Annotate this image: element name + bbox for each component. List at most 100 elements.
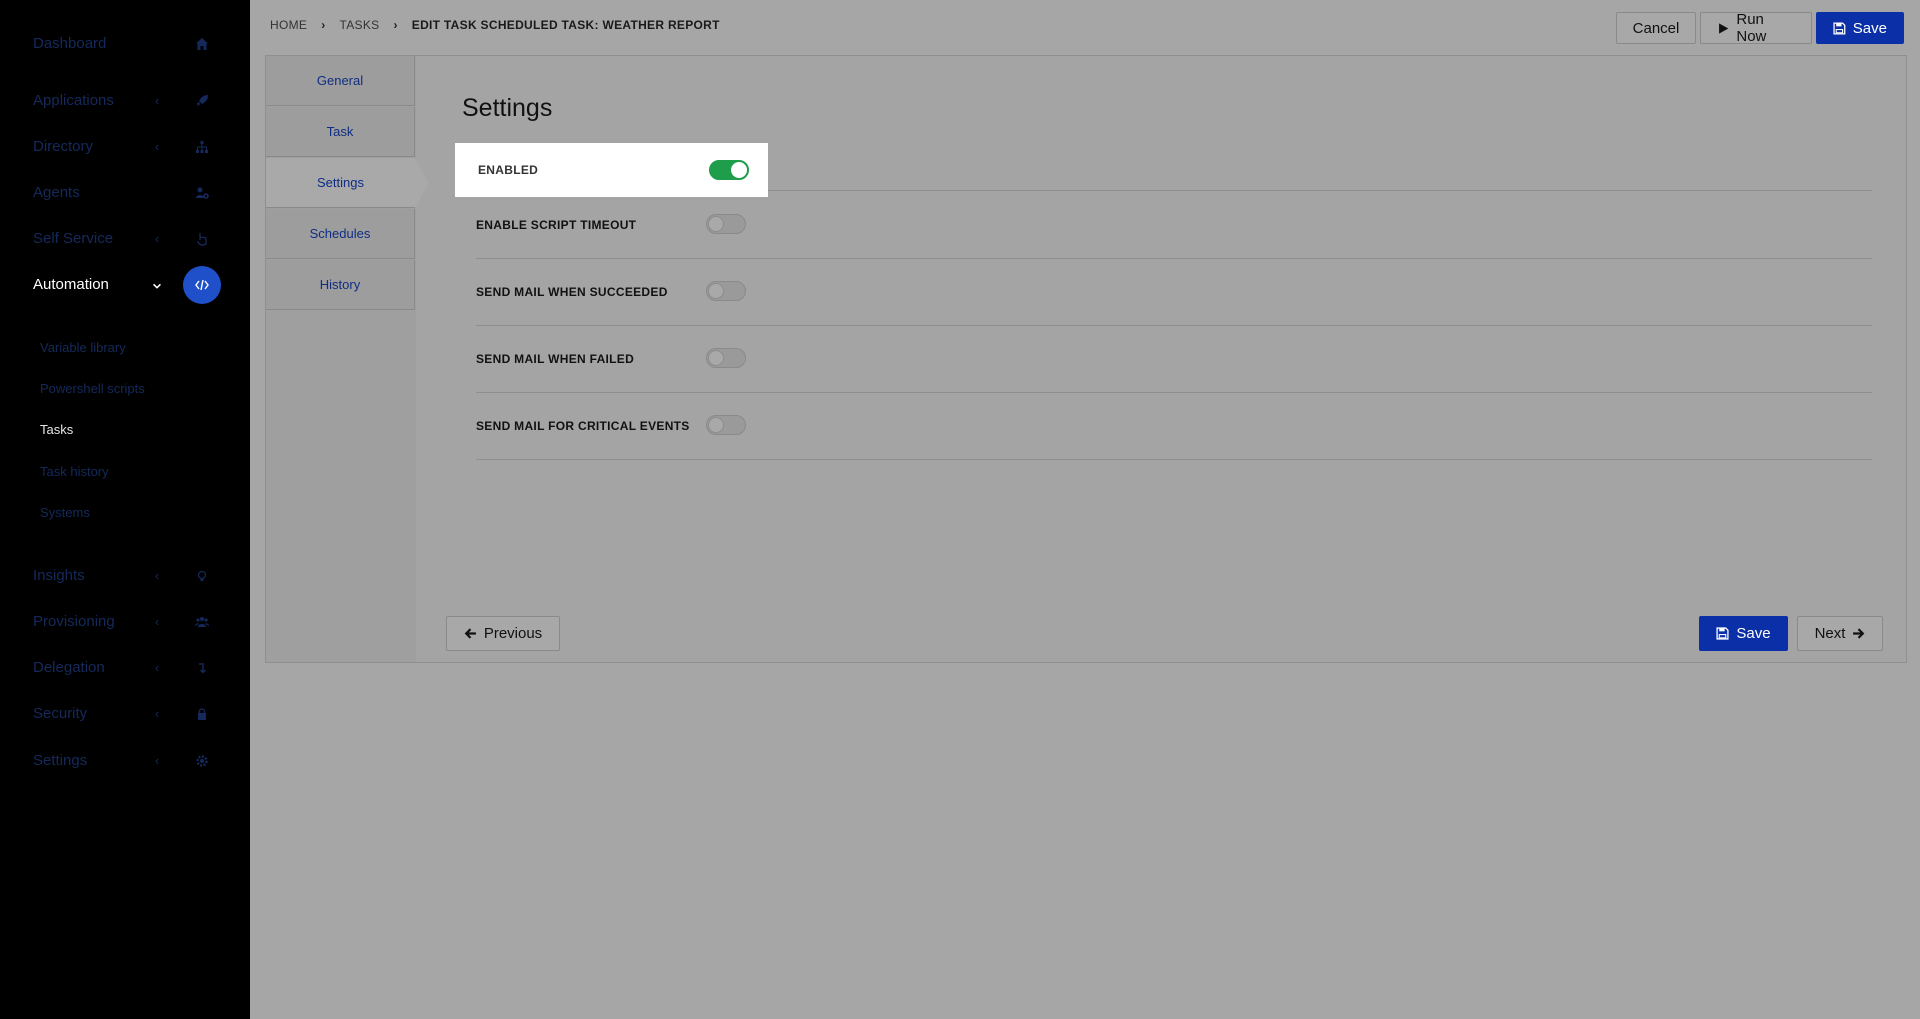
sidebar-item-label: Automation	[33, 276, 109, 293]
setting-row-send-mail-succeeded: SEND MAIL WHEN SUCCEEDED	[476, 259, 1872, 326]
sidebar-item-label: Security	[33, 705, 88, 722]
sidebar-item-label: Agents	[33, 184, 80, 201]
hand-pointer-icon	[183, 220, 221, 258]
tab-label: History	[319, 277, 361, 292]
send-mail-failed-toggle[interactable]	[706, 348, 746, 368]
gear-icon	[183, 742, 221, 780]
save-icon	[1716, 627, 1729, 640]
home-icon	[183, 25, 221, 63]
send-mail-critical-toggle[interactable]	[706, 415, 746, 435]
previous-button-label: Previous	[483, 625, 543, 642]
sidebar-item-automation[interactable]: Automation	[0, 262, 250, 308]
toggle-knob	[708, 283, 724, 299]
lock-icon	[183, 695, 221, 733]
sidebar-item-label: Self Service	[33, 230, 114, 247]
sidebar-item-applications[interactable]: Applications ‹	[0, 78, 250, 124]
tab-settings[interactable]: Settings	[266, 158, 429, 208]
enabled-toggle[interactable]	[709, 160, 749, 180]
sidebar-item-label: Insights	[33, 567, 85, 584]
run-now-button-label: Run Now	[1736, 11, 1767, 45]
sidebar-item-label: Applications	[33, 92, 114, 109]
chevron-left-icon: ‹	[154, 753, 160, 768]
sidebar-subitem-variable-library[interactable]: Variable library	[40, 338, 126, 358]
toggle-knob	[708, 350, 724, 366]
sidebar-subitem-systems[interactable]: Systems	[40, 503, 90, 523]
setting-label: SEND MAIL FOR CRITICAL EVENTS	[476, 419, 690, 433]
sidebar-item-dashboard[interactable]: Dashboard	[0, 21, 250, 67]
setting-row-enable-script-timeout: ENABLE SCRIPT TIMEOUT	[476, 192, 1872, 259]
level-down-icon	[183, 649, 221, 687]
tab-general[interactable]: General	[266, 56, 415, 106]
breadcrumb: HOME › TASKS › EDIT TASK SCHEDULED TASK:…	[270, 18, 720, 32]
chevron-left-icon: ‹	[154, 231, 160, 246]
sidebar-item-settings[interactable]: Settings ‹	[0, 738, 250, 784]
code-icon	[183, 266, 221, 304]
sidebar-item-agents[interactable]: Agents	[0, 170, 250, 216]
sidebar-item-delegation[interactable]: Delegation ‹	[0, 645, 250, 691]
chevron-left-icon: ‹	[154, 568, 160, 583]
sidebar-item-directory[interactable]: Directory ‹	[0, 124, 250, 170]
breadcrumb-current: EDIT TASK SCHEDULED TASK: WEATHER REPORT	[411, 18, 720, 32]
sitemap-icon	[183, 128, 221, 166]
setting-label: ENABLED	[478, 163, 539, 177]
lightbulb-icon	[183, 557, 221, 595]
chevron-left-icon: ‹	[154, 614, 160, 629]
section-title: Settings	[462, 94, 553, 122]
setting-label: SEND MAIL WHEN SUCCEEDED	[476, 285, 668, 299]
tab-label: Settings	[317, 175, 364, 190]
tab-task[interactable]: Task	[266, 107, 415, 157]
sidebar-item-self-service[interactable]: Self Service ‹	[0, 216, 250, 262]
breadcrumb-home[interactable]: HOME	[270, 18, 307, 32]
sidebar-item-label: Directory	[33, 138, 94, 155]
chevron-right-icon: ›	[321, 18, 326, 32]
top-actions: Cancel Run Now Save	[1616, 11, 1904, 45]
previous-button[interactable]: Previous	[446, 616, 560, 651]
setting-row-send-mail-failed: SEND MAIL WHEN FAILED	[476, 326, 1872, 393]
chevron-left-icon: ‹	[154, 706, 160, 721]
cancel-button-label: Cancel	[1632, 19, 1680, 37]
send-mail-succeeded-toggle[interactable]	[706, 281, 746, 301]
sidebar-item-label: Provisioning	[33, 613, 115, 630]
tab-label: Schedules	[309, 226, 371, 241]
sidebar-item-label: Dashboard	[33, 35, 107, 52]
chevron-down-icon	[150, 262, 164, 308]
save-button[interactable]: Save	[1816, 12, 1904, 44]
bottom-save-button[interactable]: Save	[1699, 616, 1788, 651]
tab-schedules[interactable]: Schedules	[266, 209, 415, 259]
users-icon	[183, 603, 221, 641]
tab-label: General	[316, 73, 364, 88]
sidebar-item-label: Settings	[33, 752, 88, 769]
arrow-left-icon	[464, 628, 476, 639]
sidebar-item-security[interactable]: Security ‹	[0, 691, 250, 737]
sidebar-item-provisioning[interactable]: Provisioning ‹	[0, 599, 250, 645]
chevron-left-icon: ‹	[154, 139, 160, 154]
tab-history[interactable]: History	[266, 260, 415, 310]
rocket-icon	[183, 82, 221, 120]
cancel-button[interactable]: Cancel	[1616, 12, 1696, 44]
sidebar-subitem-powershell-scripts[interactable]: Powershell scripts	[40, 379, 145, 399]
tab-label: Task	[326, 124, 354, 139]
setting-label: SEND MAIL WHEN FAILED	[476, 352, 635, 366]
toggle-knob	[731, 162, 747, 178]
toggle-knob	[708, 216, 724, 232]
sidebar-subitem-task-history[interactable]: Task history	[40, 462, 109, 482]
setting-row-send-mail-critical: SEND MAIL FOR CRITICAL EVENTS	[476, 393, 1872, 460]
next-button[interactable]: Next	[1797, 616, 1883, 651]
run-now-button[interactable]: Run Now	[1700, 11, 1812, 45]
toggle-knob	[708, 417, 724, 433]
next-button-label: Next	[1814, 625, 1846, 642]
save-icon	[1833, 22, 1846, 34]
sidebar-item-label: Delegation	[33, 659, 105, 676]
chevron-left-icon: ‹	[154, 93, 160, 108]
sidebar-item-insights[interactable]: Insights ‹	[0, 553, 250, 599]
play-icon	[1719, 22, 1729, 34]
wizard-tabs: General Task Settings Schedules History	[266, 56, 429, 662]
setting-label: ENABLE SCRIPT TIMEOUT	[476, 218, 637, 232]
sidebar-subitem-tasks[interactable]: Tasks	[40, 420, 73, 440]
chevron-left-icon: ‹	[154, 660, 160, 675]
sidebar: Dashboard Applications ‹ Directory ‹ Age…	[0, 0, 250, 1019]
breadcrumb-tasks[interactable]: TASKS	[340, 18, 380, 32]
enable-script-timeout-toggle[interactable]	[706, 214, 746, 234]
setting-row-enabled: ENABLED	[455, 143, 768, 197]
arrow-right-icon	[1853, 628, 1865, 639]
